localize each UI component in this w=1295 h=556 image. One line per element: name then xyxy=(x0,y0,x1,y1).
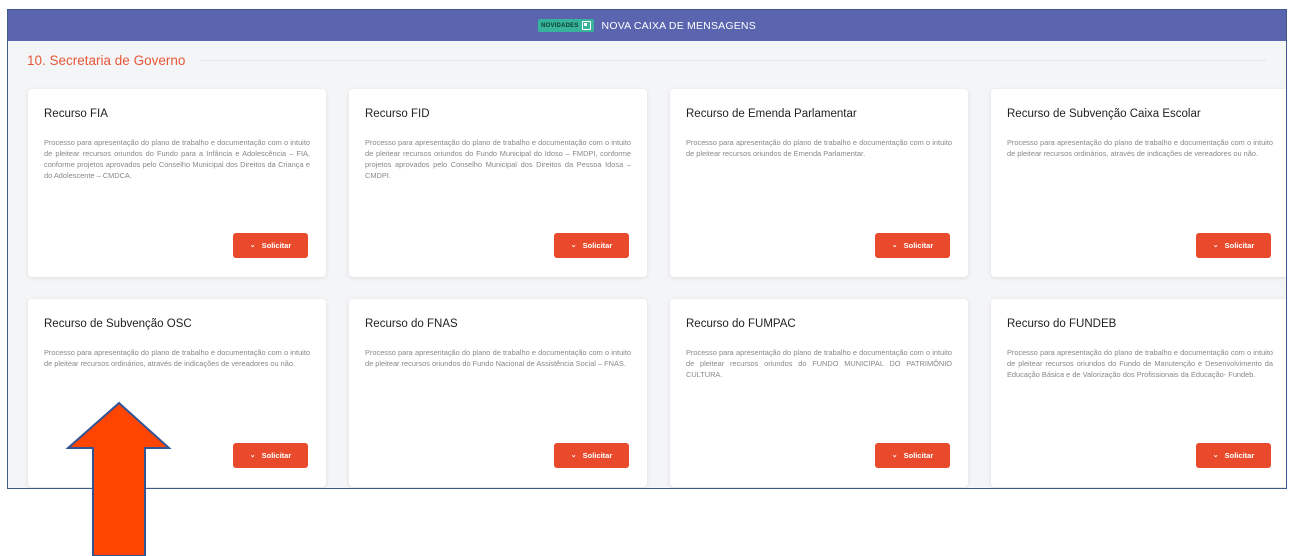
up-arrow-annotation xyxy=(65,401,172,556)
up-arrow-annotation-shape xyxy=(65,401,172,556)
